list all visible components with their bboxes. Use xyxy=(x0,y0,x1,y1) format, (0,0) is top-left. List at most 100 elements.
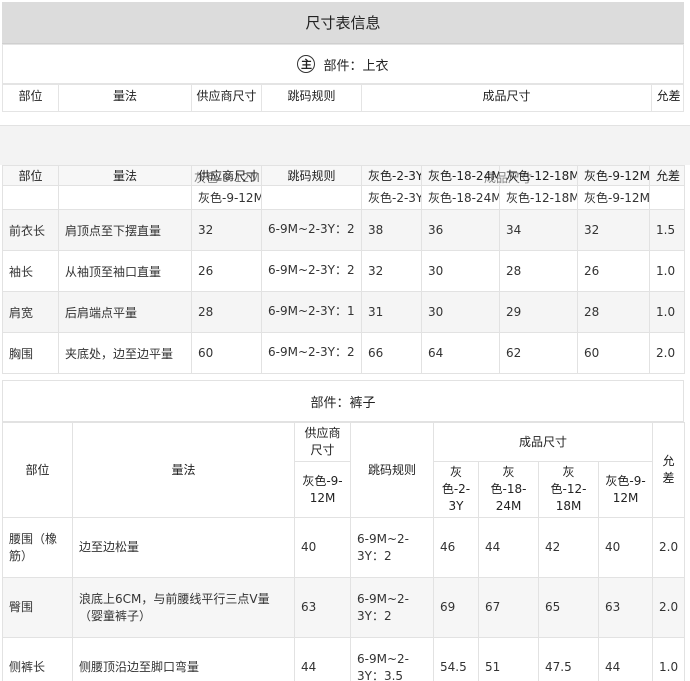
cell-tolerance: 2.0 xyxy=(652,517,686,578)
cell-tolerance: 1.0 xyxy=(649,291,685,333)
cell-size: 34 xyxy=(499,209,578,251)
cell-size: 69 xyxy=(433,577,479,638)
top-size-table: 部位 量法 供应商尺寸 跳码规则 灰色-2-3Y 灰色-18-24M 灰色-12… xyxy=(2,165,685,374)
part-label-top: 部件：上衣 xyxy=(323,58,389,74)
cell-size: 44 xyxy=(478,517,539,578)
cell-rule: 6-9M~2-3Y：2 xyxy=(261,332,362,374)
cell-supplier: 44 xyxy=(294,637,351,681)
table-header-cell xyxy=(649,185,685,210)
cell-tolerance: 1.0 xyxy=(652,637,686,681)
table-row: 侧裤长 侧腰顶沿边至脚口弯量 44 6-9M~2-3Y：3.5 54.5 51 … xyxy=(2,637,686,681)
table-row: 臀围 浪底上6CM，与前腰线平行三点V量（婴童裤子） 63 6-9M~2-3Y：… xyxy=(2,577,686,638)
part-header-top: 主 部件：上衣 xyxy=(2,44,684,84)
table-header-cell: 灰色-9-12M xyxy=(191,185,262,210)
cell-supplier: 63 xyxy=(294,577,351,638)
pants-header-position: 部位 xyxy=(2,422,73,518)
cell-position: 肩宽 xyxy=(2,291,59,333)
cell-method: 边至边松量 xyxy=(72,517,295,578)
header-supplier-size: 供应商尺寸 xyxy=(192,85,262,111)
pants-header-method: 量法 xyxy=(72,422,295,518)
cell-method: 后肩端点平量 xyxy=(58,291,192,333)
cell-position: 胸围 xyxy=(2,332,59,374)
pants-header-row: 部位 量法 供应商尺寸 跳码规则 成品尺寸 允差 xyxy=(2,422,686,518)
cell-supplier: 40 xyxy=(294,517,351,578)
cell-method: 侧腰顶沿边至脚口弯量 xyxy=(72,637,295,681)
header-finished-size: 成品尺寸 xyxy=(362,85,652,111)
pants-header-tolerance: 允差 xyxy=(652,422,686,518)
table-header-cell xyxy=(58,185,192,210)
table-header-cell xyxy=(2,185,59,210)
cell-tolerance: 1.0 xyxy=(649,250,685,292)
cell-method: 从袖顶至袖口直量 xyxy=(58,250,192,292)
cell-rule: 6-9M~2-3Y：3.5 xyxy=(350,637,434,681)
pants-header-size: 灰色-9-12M xyxy=(597,461,654,518)
pants-header-size: 灰色-2-3Y xyxy=(433,461,479,518)
cell-size: 28 xyxy=(499,250,578,292)
pants-header-supplier-sub: 灰色-9-12M xyxy=(294,461,351,518)
cell-size: 46 xyxy=(433,517,479,578)
pants-header-finished: 成品尺寸 xyxy=(432,422,654,462)
cell-size: 66 xyxy=(361,332,422,374)
cell-size: 38 xyxy=(361,209,422,251)
overlap-supplier-text: 灰色-9-12M xyxy=(194,171,260,185)
cell-position: 袖长 xyxy=(2,250,59,292)
cell-size: 54.5 xyxy=(433,637,479,681)
table-header-cell: 灰色-9-12M xyxy=(577,185,650,210)
cell-supplier: 28 xyxy=(191,291,262,333)
top-table-subheader-row: 灰色-9-12M 灰色-2-3Y 灰色-18-24M 灰色-12-18M 灰色-… xyxy=(2,185,685,210)
table-header-cell: 部位 xyxy=(2,165,59,186)
table-header-cell: 灰色-18-24M xyxy=(421,185,500,210)
cell-supplier: 60 xyxy=(191,332,262,374)
pants-header-size: 灰色-18-24M xyxy=(478,461,539,518)
cell-position: 腰围（橡筋） xyxy=(2,517,73,578)
cell-size: 26 xyxy=(577,250,650,292)
page-title: 尺寸表信息 xyxy=(2,2,684,44)
cell-rule: 6-9M~2-3Y：2 xyxy=(350,577,434,638)
cell-tolerance: 1.5 xyxy=(649,209,685,251)
cell-size: 67 xyxy=(478,577,539,638)
pants-header-rule: 跳码规则 xyxy=(350,422,434,518)
cell-position: 臀围 xyxy=(2,577,73,638)
cell-supplier: 32 xyxy=(191,209,262,251)
cell-tolerance: 2.0 xyxy=(652,577,686,638)
table-row: 腰围（橡筋） 边至边松量 40 6-9M~2-3Y：2 46 44 42 40 … xyxy=(2,517,686,578)
cell-position: 侧裤长 xyxy=(2,637,73,681)
cell-size: 62 xyxy=(499,332,578,374)
cell-size: 32 xyxy=(361,250,422,292)
cell-size: 65 xyxy=(538,577,599,638)
cell-size: 44 xyxy=(597,637,654,681)
cell-method: 夹底处，边至边平量 xyxy=(58,332,192,374)
cell-size: 42 xyxy=(538,517,599,578)
cell-rule: 6-9M~2-3Y：1 xyxy=(261,291,362,333)
table-header-cell: 量法 xyxy=(58,165,192,186)
table-header-cell: 跳码规则 xyxy=(261,165,362,186)
pants-header-supplier: 供应商尺寸 xyxy=(294,422,351,462)
cell-rule: 6-9M~2-3Y：2 xyxy=(350,517,434,578)
table-header-cell: 灰色-12-18M xyxy=(499,185,578,210)
cell-size: 63 xyxy=(597,577,654,638)
cell-rule: 6-9M~2-3Y：2 xyxy=(261,250,362,292)
cell-position: 前衣长 xyxy=(2,209,59,251)
section-gap xyxy=(0,125,690,165)
cell-size: 64 xyxy=(421,332,500,374)
cell-size: 31 xyxy=(361,291,422,333)
header-grading-rule: 跳码规则 xyxy=(262,85,362,111)
overlap-finished-text: 成品尺寸 xyxy=(484,171,533,185)
table-header-cell: 灰色-2-3Y xyxy=(361,185,422,210)
top-column-header: 部位 量法 供应商尺寸 跳码规则 成品尺寸 允差 xyxy=(2,84,684,112)
pants-size-table: 部位 量法 供应商尺寸 跳码规则 成品尺寸 允差 灰色-9-12M 灰色-2-3… xyxy=(2,422,686,681)
header-tolerance: 允差 xyxy=(656,89,681,103)
cell-tolerance: 2.0 xyxy=(649,332,685,374)
cell-size: 51 xyxy=(478,637,539,681)
cell-method: 浪底上6CM，与前腰线平行三点V量（婴童裤子） xyxy=(72,577,295,638)
cell-size: 36 xyxy=(421,209,500,251)
cell-method: 肩顶点至下摆直量 xyxy=(58,209,192,251)
cell-supplier: 26 xyxy=(191,250,262,292)
table-header-cell: 允差 xyxy=(649,165,685,186)
main-badge-icon: 主 xyxy=(297,55,316,73)
cell-size: 30 xyxy=(421,250,500,292)
table-header-cell: 灰色-2-3Y xyxy=(361,165,422,186)
cell-size: 40 xyxy=(597,517,654,578)
header-method: 量法 xyxy=(59,85,192,111)
table-header-cell: 灰色-9-12M xyxy=(577,165,650,186)
